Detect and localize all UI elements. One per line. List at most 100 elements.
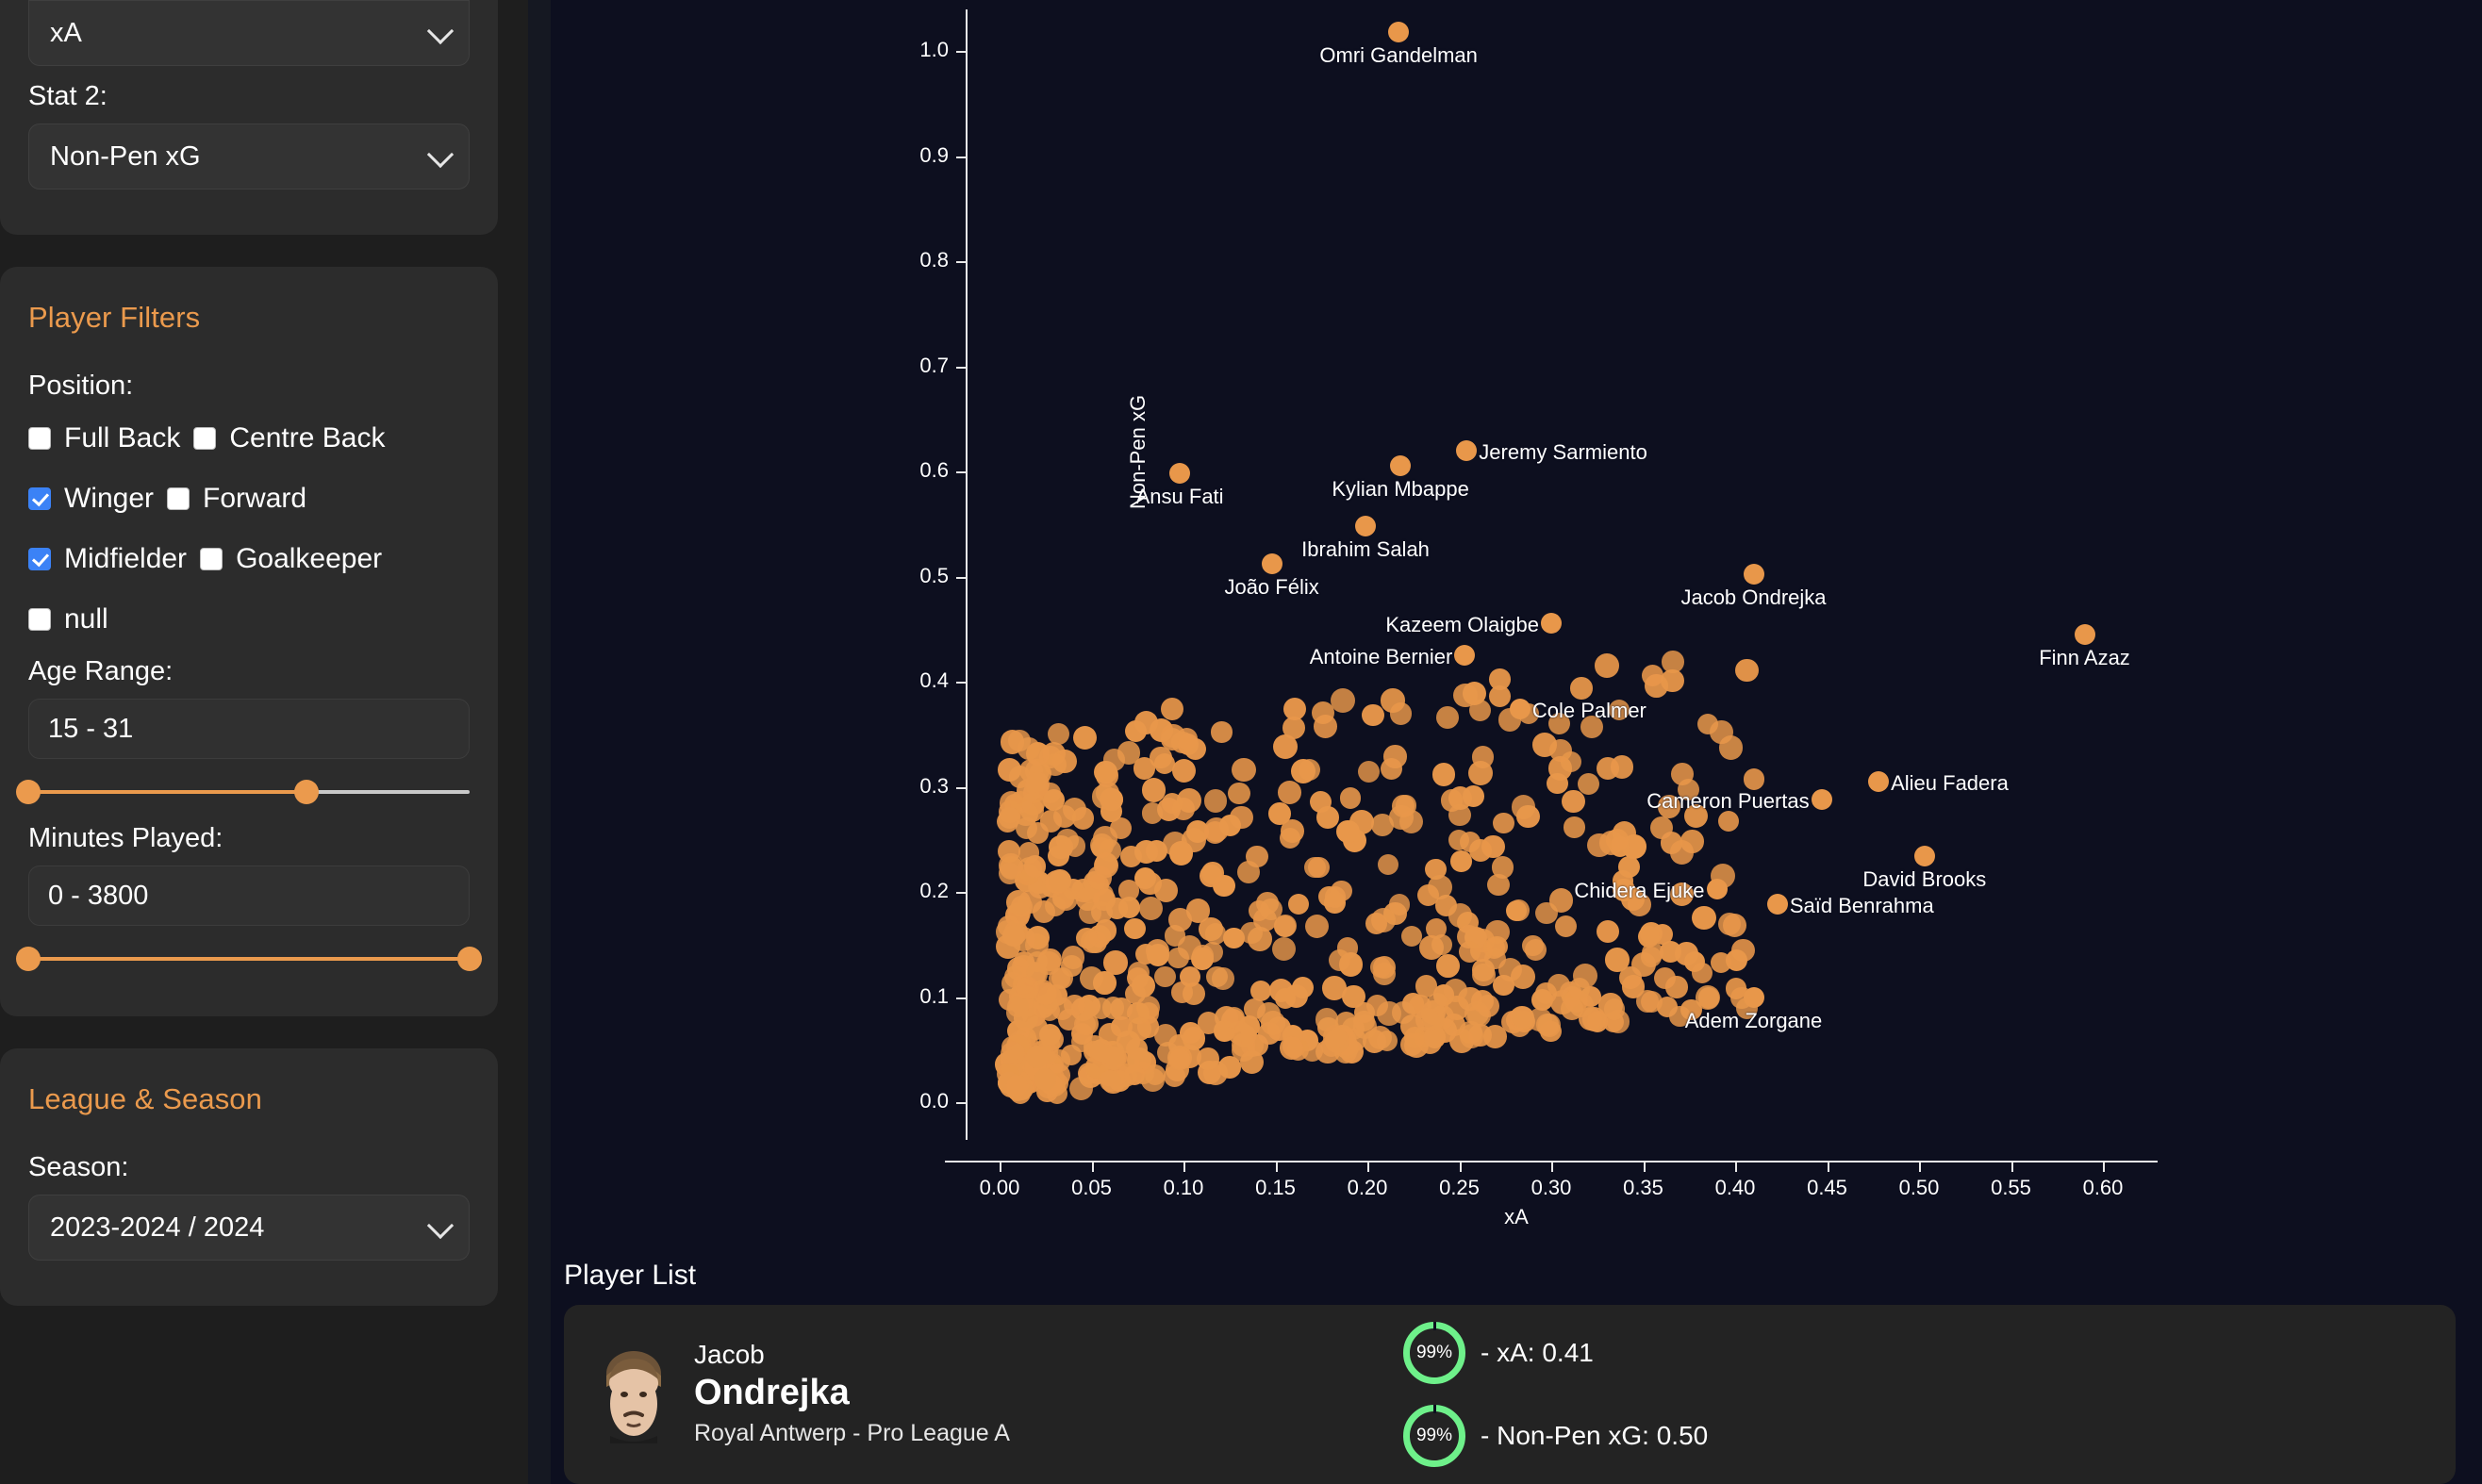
minutes-played-value[interactable]: 0 - 3800 — [28, 866, 470, 926]
scatter-point[interactable] — [1318, 885, 1340, 908]
scatter-point-highlighted[interactable] — [1743, 564, 1764, 585]
scatter-point[interactable] — [1547, 772, 1568, 795]
scatter-point[interactable] — [1512, 1006, 1533, 1029]
scatter-point[interactable] — [1570, 677, 1593, 700]
scatter-point[interactable] — [1339, 787, 1361, 809]
slider-knob-min[interactable] — [16, 780, 41, 804]
scatter-point[interactable] — [1139, 896, 1164, 921]
scatter-point[interactable] — [1185, 899, 1211, 923]
scatter-point[interactable] — [1357, 760, 1381, 783]
slider-knob-max[interactable] — [457, 947, 482, 971]
scatter-point[interactable] — [1280, 818, 1304, 843]
scatter-point[interactable] — [1415, 1007, 1439, 1031]
scatter-point[interactable] — [1072, 726, 1097, 750]
scatter-point-highlighted[interactable] — [1355, 515, 1377, 536]
scatter-point[interactable] — [1710, 951, 1732, 973]
scatter-point-highlighted[interactable] — [1456, 439, 1478, 461]
scatter-point[interactable] — [1190, 948, 1214, 971]
scatter-point[interactable] — [1099, 1023, 1122, 1046]
scatter-point[interactable] — [1322, 976, 1347, 1000]
scatter-point[interactable] — [1335, 819, 1360, 844]
scatter-point[interactable] — [1117, 896, 1141, 919]
scatter-point[interactable] — [1578, 772, 1600, 795]
scatter-point[interactable] — [1246, 845, 1268, 867]
scatter-point[interactable] — [1595, 652, 1620, 678]
scatter-point-highlighted[interactable] — [1811, 788, 1832, 810]
scatter-point[interactable] — [1167, 1045, 1193, 1070]
scatter-point[interactable] — [1661, 668, 1684, 693]
scatter-point[interactable] — [1127, 962, 1150, 984]
scatter-point[interactable] — [1308, 856, 1331, 879]
scatter-point[interactable] — [1492, 856, 1514, 879]
scatter-point[interactable] — [1026, 1045, 1050, 1068]
scatter-point[interactable] — [1038, 1023, 1061, 1046]
scatter-point[interactable] — [1555, 915, 1578, 938]
scatter-point[interactable] — [1472, 959, 1495, 981]
scatter-point[interactable] — [1197, 1012, 1220, 1034]
scatter-point[interactable] — [1068, 1077, 1093, 1101]
scatter-point[interactable] — [1534, 981, 1557, 1004]
scatter-point[interactable] — [1362, 703, 1384, 727]
scatter-point[interactable] — [997, 839, 1020, 863]
scatter-point[interactable] — [1076, 927, 1098, 949]
scatter-point[interactable] — [1154, 965, 1176, 988]
scatter-point-highlighted[interactable] — [1169, 463, 1191, 485]
scatter-point[interactable] — [1610, 755, 1634, 780]
scatter-point[interactable] — [1377, 853, 1398, 876]
minutes-played-slider[interactable] — [16, 943, 482, 975]
checkbox-midfielder[interactable]: Midfielder — [28, 543, 187, 575]
scatter-point[interactable] — [1177, 734, 1200, 755]
scatter-point[interactable] — [1271, 936, 1296, 961]
scatter-point[interactable] — [1008, 729, 1031, 752]
scatter-point[interactable] — [1469, 838, 1493, 862]
scatter-point[interactable] — [1469, 700, 1492, 722]
scatter-point[interactable] — [1288, 894, 1310, 915]
scatter-point[interactable] — [1183, 981, 1206, 1005]
scatter-point[interactable] — [1435, 705, 1460, 730]
scatter-point[interactable] — [1005, 1074, 1028, 1097]
scatter-point[interactable] — [1103, 749, 1126, 771]
scatter-point[interactable] — [1436, 953, 1460, 978]
scatter-point[interactable] — [1548, 888, 1574, 913]
scatter-point[interactable] — [1562, 790, 1585, 814]
scatter-point[interactable] — [1025, 932, 1050, 957]
scatter-point[interactable] — [1016, 976, 1039, 1000]
scatter-point[interactable] — [1338, 952, 1364, 978]
scatter-point[interactable] — [1124, 720, 1147, 743]
scatter-point[interactable] — [1217, 1055, 1241, 1079]
scatter-point[interactable] — [1604, 998, 1626, 1020]
scatter-point[interactable] — [1024, 855, 1047, 878]
scatter-point[interactable] — [1218, 815, 1241, 837]
scatter-point[interactable] — [1511, 965, 1536, 989]
scatter-point[interactable] — [1641, 942, 1663, 965]
scatter-point[interactable] — [1094, 919, 1117, 942]
scatter-point[interactable] — [1172, 758, 1197, 783]
scatter-point[interactable] — [1371, 813, 1394, 836]
scatter-point[interactable] — [1377, 1030, 1398, 1052]
scatter-point[interactable] — [1240, 922, 1263, 945]
checkbox-forward[interactable]: Forward — [167, 483, 306, 515]
scatter-point-highlighted[interactable] — [1913, 846, 1935, 867]
scatter-point-highlighted[interactable] — [1454, 645, 1476, 667]
scatter-point[interactable] — [1161, 697, 1184, 720]
slider-knob-min[interactable] — [16, 947, 41, 971]
scatter-point[interactable] — [1145, 938, 1169, 964]
scatter-point[interactable] — [1683, 950, 1705, 972]
scatter-point[interactable] — [1381, 757, 1403, 780]
scatter-point[interactable] — [1305, 914, 1330, 939]
scatter-point[interactable] — [1572, 964, 1597, 989]
scatter-point[interactable] — [1164, 925, 1186, 947]
scatter-point[interactable] — [998, 806, 1020, 829]
age-range-value[interactable]: 15 - 31 — [28, 699, 470, 759]
scatter-point[interactable] — [1258, 1022, 1282, 1046]
scatter-point[interactable] — [1047, 722, 1069, 745]
scatter-point[interactable] — [1061, 1045, 1083, 1066]
scatter-point[interactable] — [1201, 862, 1224, 885]
scatter-point[interactable] — [1150, 746, 1172, 768]
scatter-point[interactable] — [1331, 688, 1356, 714]
checkbox-full-back[interactable]: Full Back — [28, 422, 180, 454]
scatter-point[interactable] — [1145, 840, 1167, 863]
scatter-point[interactable] — [1064, 994, 1085, 1016]
scatter-point-highlighted[interactable] — [1743, 986, 1764, 1008]
scatter-point[interactable] — [1723, 914, 1747, 938]
